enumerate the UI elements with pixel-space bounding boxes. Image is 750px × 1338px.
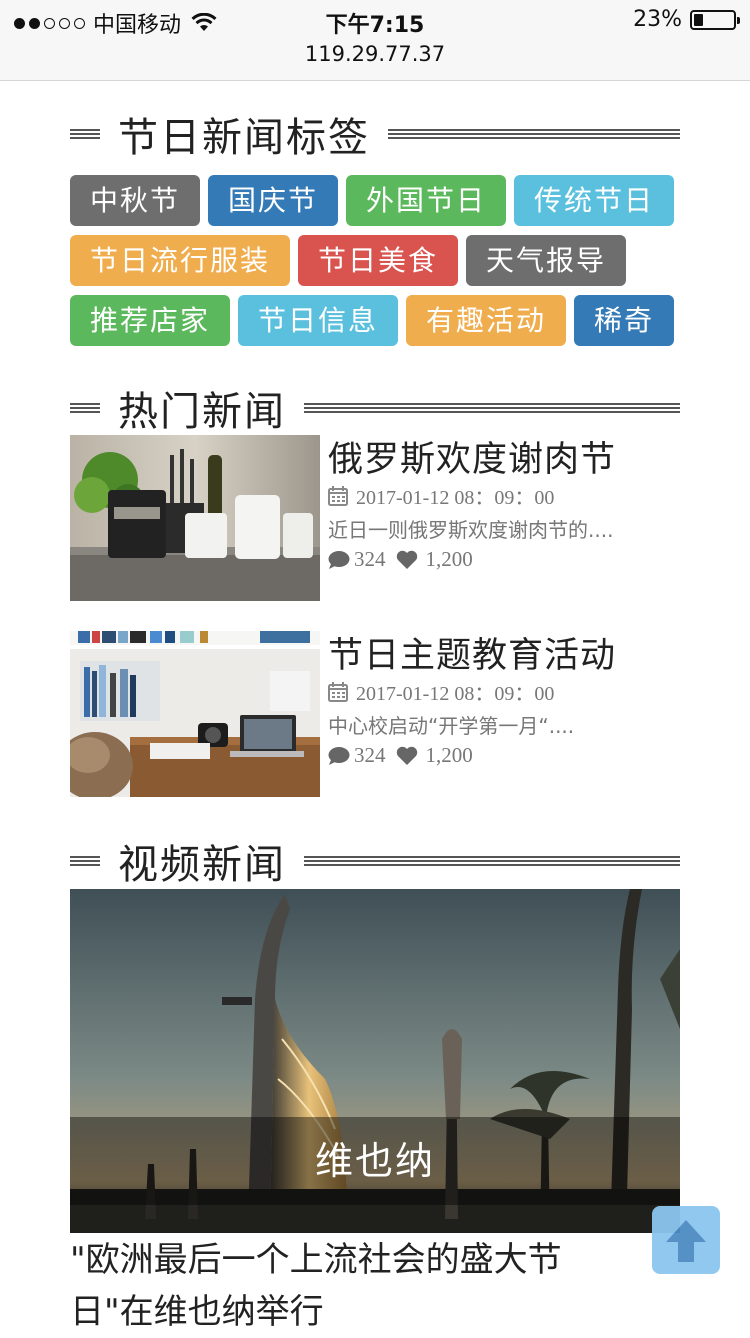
tags-section-title: 节日新闻标签 — [118, 115, 370, 161]
tag-foreign-festivals[interactable]: 外国节日 — [346, 175, 507, 226]
tag-row: 节日流行服装 节日美食 天气报导 — [70, 235, 690, 286]
video-caption: 维也纳 — [70, 1117, 680, 1205]
news-summary: 近日一则俄罗斯欢度谢肉节的.... — [328, 518, 614, 542]
video-news-heading: 视频新闻 — [70, 831, 680, 891]
like-count: 1,200 — [425, 547, 473, 571]
heading-rule — [388, 129, 680, 139]
tag-festival-info[interactable]: 节日信息 — [238, 295, 399, 346]
kitchen-photo — [70, 435, 320, 601]
calendar-icon — [328, 485, 348, 506]
video-player[interactable]: 维也纳 — [70, 889, 680, 1233]
tags-section-heading: 节日新闻标签 — [70, 104, 680, 164]
tag-traditional-festivals[interactable]: 传统节日 — [514, 175, 675, 226]
tag-weather-report[interactable]: 天气报导 — [466, 235, 627, 286]
news-title[interactable]: 俄罗斯欢度谢肉节 — [328, 431, 616, 482]
news-date-text: 2017-01-12 08：09：00 — [356, 683, 555, 705]
heading-rule — [304, 403, 680, 413]
tag-festival-food[interactable]: 节日美食 — [298, 235, 459, 286]
tag-row: 推荐店家 节日信息 有趣活动 稀奇 — [70, 295, 690, 346]
news-thumbnail-desk[interactable] — [70, 631, 320, 797]
news-stats: 324 1,200 — [328, 547, 473, 572]
page-url[interactable]: 119.29.77.37 — [0, 42, 750, 66]
status-bar: 中国移动 下午7:15 119.29.77.37 23% — [0, 0, 750, 81]
tag-curiosities[interactable]: 稀奇 — [574, 295, 675, 346]
news-thumbnail-kitchen[interactable] — [70, 435, 320, 601]
hot-news-heading: 热门新闻 — [70, 378, 680, 438]
back-to-top-button[interactable] — [652, 1206, 720, 1274]
tag-recommended-shops[interactable]: 推荐店家 — [70, 295, 231, 346]
news-date: 2017-01-12 08：09：00 — [328, 677, 554, 706]
news-summary: 中心校启动“开学第一月“.... — [328, 714, 575, 738]
tag-national-day[interactable]: 国庆节 — [208, 175, 339, 226]
news-stats: 324 1,200 — [328, 743, 473, 768]
tag-row: 中秋节 国庆节 外国节日 传统节日 — [70, 175, 690, 226]
heading-rule — [70, 129, 100, 139]
tag-fun-activities[interactable]: 有趣活动 — [406, 295, 567, 346]
heading-rule — [304, 856, 680, 866]
battery-icon — [690, 9, 740, 30]
heart-icon — [396, 746, 417, 765]
tag-mid-autumn[interactable]: 中秋节 — [70, 175, 201, 226]
video-news-title: 视频新闻 — [118, 842, 286, 888]
news-item[interactable]: 俄罗斯欢度谢肉节 2017-01-12 08：09：00 近日一则俄罗斯欢度谢肉… — [70, 435, 690, 603]
status-right: 23% — [633, 7, 740, 32]
arrow-up-icon — [666, 1220, 706, 1262]
like-count: 1,200 — [425, 743, 473, 767]
news-title[interactable]: 节日主题教育活动 — [328, 627, 616, 678]
news-item[interactable]: 节日主题教育活动 2017-01-12 08：09：00 中心校启动“开学第一月… — [70, 631, 690, 799]
comment-icon — [328, 550, 350, 569]
news-date-text: 2017-01-12 08：09：00 — [356, 487, 555, 509]
comment-count: 324 — [354, 547, 386, 571]
hot-news-title: 热门新闻 — [118, 389, 286, 435]
heart-icon — [396, 550, 417, 569]
tag-festival-fashion[interactable]: 节日流行服装 — [70, 235, 291, 286]
desk-photo — [70, 631, 320, 797]
heading-rule — [70, 856, 100, 866]
battery-percent: 23% — [633, 7, 682, 32]
heading-rule — [70, 403, 100, 413]
video-headline[interactable]: "欧洲最后一个上流社会的盛大节日"在维也纳举行 — [70, 1234, 630, 1338]
calendar-icon — [328, 681, 348, 702]
news-date: 2017-01-12 08：09：00 — [328, 481, 554, 510]
comment-icon — [328, 746, 350, 765]
tag-cloud: 中秋节 国庆节 外国节日 传统节日 节日流行服装 节日美食 天气报导 推荐店家 … — [70, 175, 690, 355]
comment-count: 324 — [354, 743, 386, 767]
